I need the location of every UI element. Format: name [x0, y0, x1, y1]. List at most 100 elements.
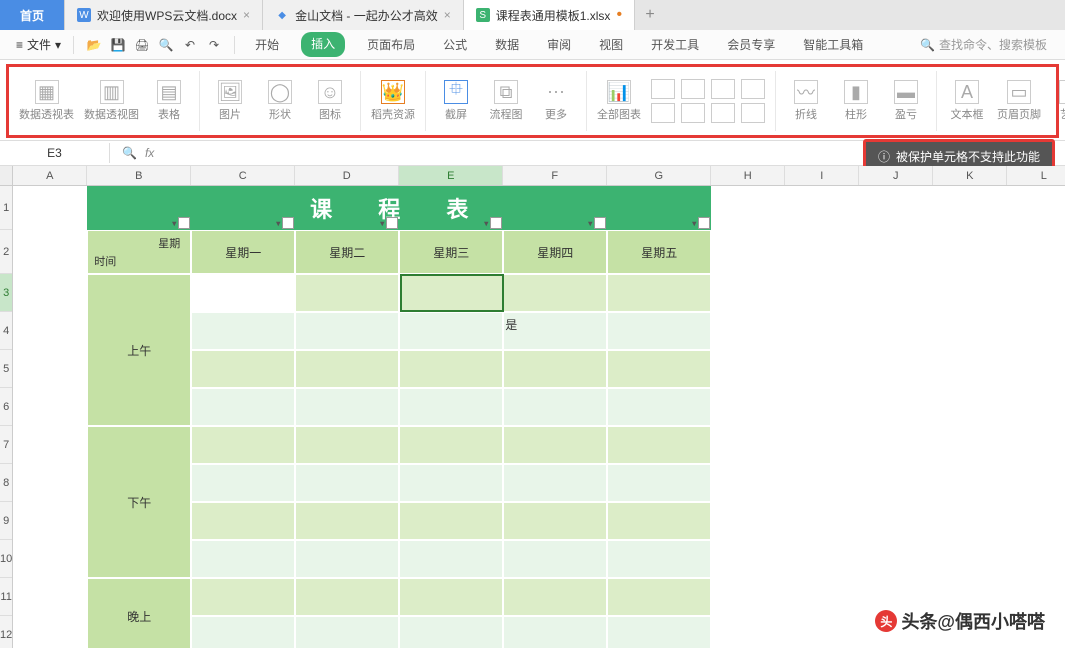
sparkline-column-button[interactable]: ▮柱形	[836, 80, 876, 122]
cell[interactable]	[295, 616, 399, 648]
screenshot-button[interactable]: ⯐截屏	[436, 80, 476, 122]
tab-data[interactable]: 数据	[489, 32, 525, 57]
file-menu[interactable]: ≡ 文件 ▾	[10, 34, 67, 55]
more-button[interactable]: ⋯更多	[536, 80, 576, 122]
cell[interactable]	[399, 350, 503, 388]
col-header[interactable]: F	[503, 166, 607, 185]
select-all-corner[interactable]	[0, 166, 12, 186]
row-header[interactable]: 9	[0, 502, 12, 540]
sparkline-winloss-button[interactable]: ▬盈亏	[886, 80, 926, 122]
cell[interactable]	[503, 502, 607, 540]
header-footer-button[interactable]: ▭页眉页脚	[997, 80, 1041, 122]
bar-chart-icon[interactable]	[651, 79, 675, 99]
cell[interactable]	[399, 540, 503, 578]
filter-icon[interactable]: ▾	[386, 217, 398, 229]
home-tab[interactable]: 首页	[0, 0, 65, 30]
cell[interactable]	[399, 388, 503, 426]
grid[interactable]: A B C D E F G H I J K L 课 程 表 ▾ ▾ ▾ ▾	[13, 166, 1065, 648]
flowchart-button[interactable]: ⧉流程图	[486, 80, 526, 122]
period-cell[interactable]: 晚上	[87, 578, 191, 648]
row-header[interactable]: 3	[0, 274, 12, 312]
lookup-icon[interactable]: 🔍	[122, 146, 137, 160]
row-header[interactable]: 7	[0, 426, 12, 464]
day-header[interactable]: 星期一	[191, 230, 295, 274]
cell[interactable]	[191, 388, 295, 426]
cell[interactable]	[503, 350, 607, 388]
sparkline-line-button[interactable]: 〰折线	[786, 80, 826, 122]
filter-icon[interactable]: ▾	[178, 217, 190, 229]
cell[interactable]	[607, 312, 711, 350]
cell[interactable]	[191, 540, 295, 578]
row-header[interactable]: 5	[0, 350, 12, 388]
col-header[interactable]: C	[191, 166, 295, 185]
cell[interactable]	[295, 274, 399, 312]
row-header[interactable]: 12	[0, 616, 12, 648]
row-header[interactable]: 1	[0, 186, 12, 230]
col-header[interactable]: L	[1007, 166, 1065, 185]
cell[interactable]	[399, 274, 503, 312]
cell[interactable]	[607, 274, 711, 312]
col-header[interactable]: E	[399, 166, 503, 185]
undo-icon[interactable]: ↶	[182, 37, 198, 53]
cell[interactable]	[399, 312, 503, 350]
col-header[interactable]: D	[295, 166, 399, 185]
cell[interactable]	[191, 350, 295, 388]
cell[interactable]	[191, 312, 295, 350]
filter-icon[interactable]: ▾	[282, 217, 294, 229]
tab-formula[interactable]: 公式	[437, 32, 473, 57]
tab-pagelayout[interactable]: 页面布局	[361, 32, 421, 57]
cell[interactable]	[607, 350, 711, 388]
cell[interactable]	[295, 350, 399, 388]
cell[interactable]	[191, 274, 295, 312]
name-box[interactable]: E3	[0, 143, 110, 163]
filter-icon[interactable]: ▾	[698, 217, 710, 229]
textbox-button[interactable]: A文本框	[947, 80, 987, 122]
stock-chart-icon[interactable]	[681, 103, 705, 123]
tab-insert[interactable]: 插入	[301, 32, 345, 57]
row-header[interactable]: 11	[0, 578, 12, 616]
cell[interactable]	[503, 616, 607, 648]
all-charts-button[interactable]: 📊全部图表	[597, 80, 641, 122]
cell[interactable]	[607, 540, 711, 578]
timetable-title[interactable]: 课 程 表 ▾ ▾ ▾ ▾ ▾ ▾	[87, 186, 711, 230]
day-header[interactable]: 星期四	[503, 230, 607, 274]
row-header[interactable]: 4	[0, 312, 12, 350]
cell[interactable]	[295, 578, 399, 616]
col-header[interactable]: I	[785, 166, 859, 185]
line-chart-icon[interactable]	[681, 79, 705, 99]
fx-icon[interactable]: fx	[145, 146, 154, 160]
cell[interactable]	[399, 464, 503, 502]
filter-icon[interactable]: ▾	[594, 217, 606, 229]
close-icon[interactable]: ×	[243, 8, 250, 22]
filter-icon[interactable]: ▾	[490, 217, 502, 229]
row-header[interactable]: 8	[0, 464, 12, 502]
tab-devtools[interactable]: 开发工具	[645, 32, 705, 57]
open-icon[interactable]: 📂	[86, 37, 102, 53]
cell[interactable]	[399, 426, 503, 464]
more-chart-icon[interactable]	[741, 103, 765, 123]
cell[interactable]	[503, 426, 607, 464]
col-header[interactable]: J	[859, 166, 933, 185]
cell[interactable]	[399, 616, 503, 648]
redo-icon[interactable]: ↷	[206, 37, 222, 53]
save-icon[interactable]: 💾	[110, 37, 126, 53]
cell[interactable]	[607, 388, 711, 426]
cell[interactable]	[295, 388, 399, 426]
tab-doc-2[interactable]: ◆ 金山文档 - 一起办公才高效 ×	[263, 0, 464, 30]
cell[interactable]	[399, 578, 503, 616]
cell[interactable]	[503, 540, 607, 578]
pivot-table-button[interactable]: ▦数据透视表	[19, 80, 74, 122]
cell[interactable]	[503, 464, 607, 502]
period-cell[interactable]: 下午	[87, 426, 191, 578]
cell[interactable]	[607, 578, 711, 616]
cell[interactable]	[295, 312, 399, 350]
tab-start[interactable]: 开始	[249, 32, 285, 57]
tab-view[interactable]: 视图	[593, 32, 629, 57]
combo-chart-icon[interactable]	[711, 103, 735, 123]
tab-doc-1[interactable]: W 欢迎使用WPS云文档.docx ×	[65, 0, 263, 30]
col-header[interactable]: K	[933, 166, 1007, 185]
print-icon[interactable]: 🖨	[134, 37, 150, 53]
col-header[interactable]: B	[87, 166, 191, 185]
close-icon[interactable]: ×	[444, 8, 451, 22]
cell[interactable]	[191, 578, 295, 616]
